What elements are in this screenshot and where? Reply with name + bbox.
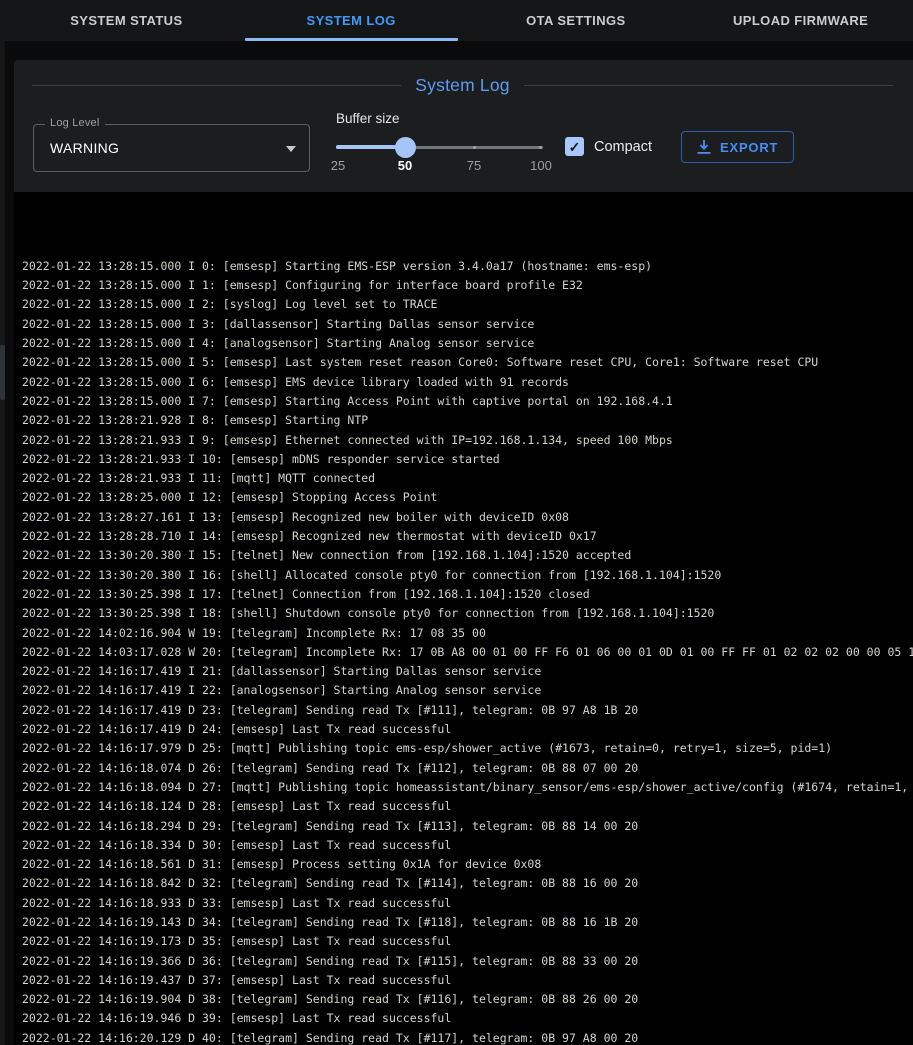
log-line: 2022-01-22 13:28:15.000 I 5: [emsesp] La…	[22, 353, 913, 372]
log-line: 2022-01-22 14:16:17.419 D 24: [emsesp] L…	[22, 720, 913, 739]
export-label: EXPORT	[720, 140, 778, 155]
log-line: 2022-01-22 14:16:18.933 D 33: [emsesp] L…	[22, 894, 913, 913]
tick-label-25: 25	[331, 158, 345, 173]
tab-upload-firmware[interactable]: UPLOAD FIRMWARE	[688, 0, 913, 41]
log-line: 2022-01-22 13:28:15.000 I 4: [analogsens…	[22, 334, 913, 353]
chevron-down-icon	[286, 146, 296, 152]
log-line: 2022-01-22 14:16:19.143 D 34: [telegram]…	[22, 913, 913, 932]
system-log-panel: System Log Log Level WARNING Buffer size…	[14, 60, 913, 1045]
log-line: 2022-01-22 14:16:18.124 D 28: [emsesp] L…	[22, 797, 913, 816]
log-line: 2022-01-22 13:28:21.933 I 10: [emsesp] m…	[22, 450, 913, 469]
tick-label-100: 100	[530, 158, 552, 173]
log-line: 2022-01-22 14:16:18.294 D 29: [telegram]…	[22, 817, 913, 836]
compact-checkbox[interactable]: ✓	[565, 137, 584, 156]
log-line: 2022-01-22 13:28:21.933 I 9: [emsesp] Et…	[22, 431, 913, 450]
buffer-size-slider[interactable]	[336, 137, 543, 157]
log-line: 2022-01-22 13:28:15.000 I 7: [emsesp] St…	[22, 392, 913, 411]
log-line: 2022-01-22 13:28:21.928 I 8: [emsesp] St…	[22, 411, 913, 430]
slider-thumb[interactable]	[395, 137, 416, 158]
tab-label: SYSTEM STATUS	[70, 13, 182, 28]
log-console[interactable]: 2022-01-22 13:28:15.000 I 0: [emsesp] St…	[14, 192, 913, 1045]
log-line: 2022-01-22 14:16:17.419 I 21: [dallassen…	[22, 662, 913, 681]
log-line: 2022-01-22 14:16:17.419 I 22: [analogsen…	[22, 681, 913, 700]
log-line: 2022-01-22 14:16:19.366 D 36: [telegram]…	[22, 952, 913, 971]
log-level-value: WARNING	[50, 140, 119, 156]
tab-label: SYSTEM LOG	[307, 13, 396, 28]
tick-label-50: 50	[398, 158, 412, 173]
left-scrollbar-track[interactable]	[0, 41, 5, 1045]
log-line: 2022-01-22 13:30:25.398 I 18: [shell] Sh…	[22, 604, 913, 623]
compact-label: Compact	[594, 139, 652, 155]
log-line: 2022-01-22 13:28:15.000 I 3: [dallassens…	[22, 315, 913, 334]
log-line: 2022-01-22 14:16:17.979 D 25: [mqtt] Pub…	[22, 739, 913, 758]
log-line: 2022-01-22 14:16:19.437 D 37: [emsesp] L…	[22, 971, 913, 990]
log-line: 2022-01-22 13:28:21.933 I 11: [mqtt] MQT…	[22, 469, 913, 488]
log-level-label: Log Level	[45, 117, 105, 129]
log-line: 2022-01-22 13:30:25.398 I 17: [telnet] C…	[22, 585, 913, 604]
tab-ota-settings[interactable]: OTA SETTINGS	[464, 0, 689, 41]
active-tab-indicator	[245, 38, 458, 41]
log-line: 2022-01-22 13:28:28.710 I 14: [emsesp] R…	[22, 527, 913, 546]
log-line: 2022-01-22 13:28:27.161 I 13: [emsesp] R…	[22, 508, 913, 527]
log-line: 2022-01-22 13:28:15.000 I 2: [syslog] Lo…	[22, 295, 913, 314]
log-line: 2022-01-22 14:16:18.842 D 32: [telegram]…	[22, 874, 913, 893]
buffer-size-label: Buffer size	[336, 111, 400, 126]
log-line: 2022-01-22 14:16:20.129 D 40: [telegram]…	[22, 1029, 913, 1045]
checkmark-icon: ✓	[569, 140, 581, 154]
log-line: 2022-01-22 14:16:18.074 D 26: [telegram]…	[22, 759, 913, 778]
tick-label-75: 75	[467, 158, 481, 173]
divider-line	[32, 85, 401, 86]
log-line: 2022-01-22 14:16:17.419 D 23: [telegram]…	[22, 701, 913, 720]
log-line: 2022-01-22 14:16:19.946 D 39: [emsesp] L…	[22, 1009, 913, 1028]
log-line: 2022-01-22 14:16:19.904 D 38: [telegram]…	[22, 990, 913, 1009]
tab-system-status[interactable]: SYSTEM STATUS	[14, 0, 239, 41]
log-line: 2022-01-22 13:30:20.380 I 15: [telnet] N…	[22, 546, 913, 565]
log-line: 2022-01-22 14:16:18.334 D 30: [emsesp] L…	[22, 836, 913, 855]
export-button[interactable]: EXPORT	[681, 131, 794, 163]
log-line: 2022-01-22 14:16:18.561 D 31: [emsesp] P…	[22, 855, 913, 874]
log-line: 2022-01-22 13:30:20.380 I 16: [shell] Al…	[22, 566, 913, 585]
slider-mark-75	[473, 146, 476, 149]
log-level-select[interactable]: Log Level WARNING	[33, 124, 310, 172]
tab-system-log[interactable]: SYSTEM LOG	[239, 0, 464, 41]
download-icon	[697, 140, 711, 155]
panel-header: System Log	[14, 60, 913, 96]
divider-line	[524, 85, 893, 86]
log-line: 2022-01-22 13:28:15.000 I 0: [emsesp] St…	[22, 257, 913, 276]
log-line: 2022-01-22 14:03:17.028 W 20: [telegram]…	[22, 643, 913, 662]
tab-label: OTA SETTINGS	[526, 13, 625, 28]
page-title: System Log	[415, 75, 509, 96]
log-line: 2022-01-22 13:28:25.000 I 12: [emsesp] S…	[22, 488, 913, 507]
tab-label: UPLOAD FIRMWARE	[733, 13, 868, 28]
log-line: 2022-01-22 13:28:15.000 I 6: [emsesp] EM…	[22, 373, 913, 392]
slider-mark-100	[539, 146, 542, 149]
log-line: 2022-01-22 14:02:16.904 W 19: [telegram]…	[22, 624, 913, 643]
tab-bar: SYSTEM STATUS SYSTEM LOG OTA SETTINGS UP…	[0, 0, 913, 41]
compact-checkbox-row[interactable]: ✓ Compact	[565, 137, 652, 156]
log-line: 2022-01-22 14:16:19.173 D 35: [emsesp] L…	[22, 932, 913, 951]
log-line: 2022-01-22 13:28:15.000 I 1: [emsesp] Co…	[22, 276, 913, 295]
log-line: 2022-01-22 14:16:18.094 D 27: [mqtt] Pub…	[22, 778, 913, 797]
left-scrollbar-thumb[interactable]	[0, 345, 5, 400]
slider-tick-labels: 25 50 75 100	[336, 158, 546, 174]
